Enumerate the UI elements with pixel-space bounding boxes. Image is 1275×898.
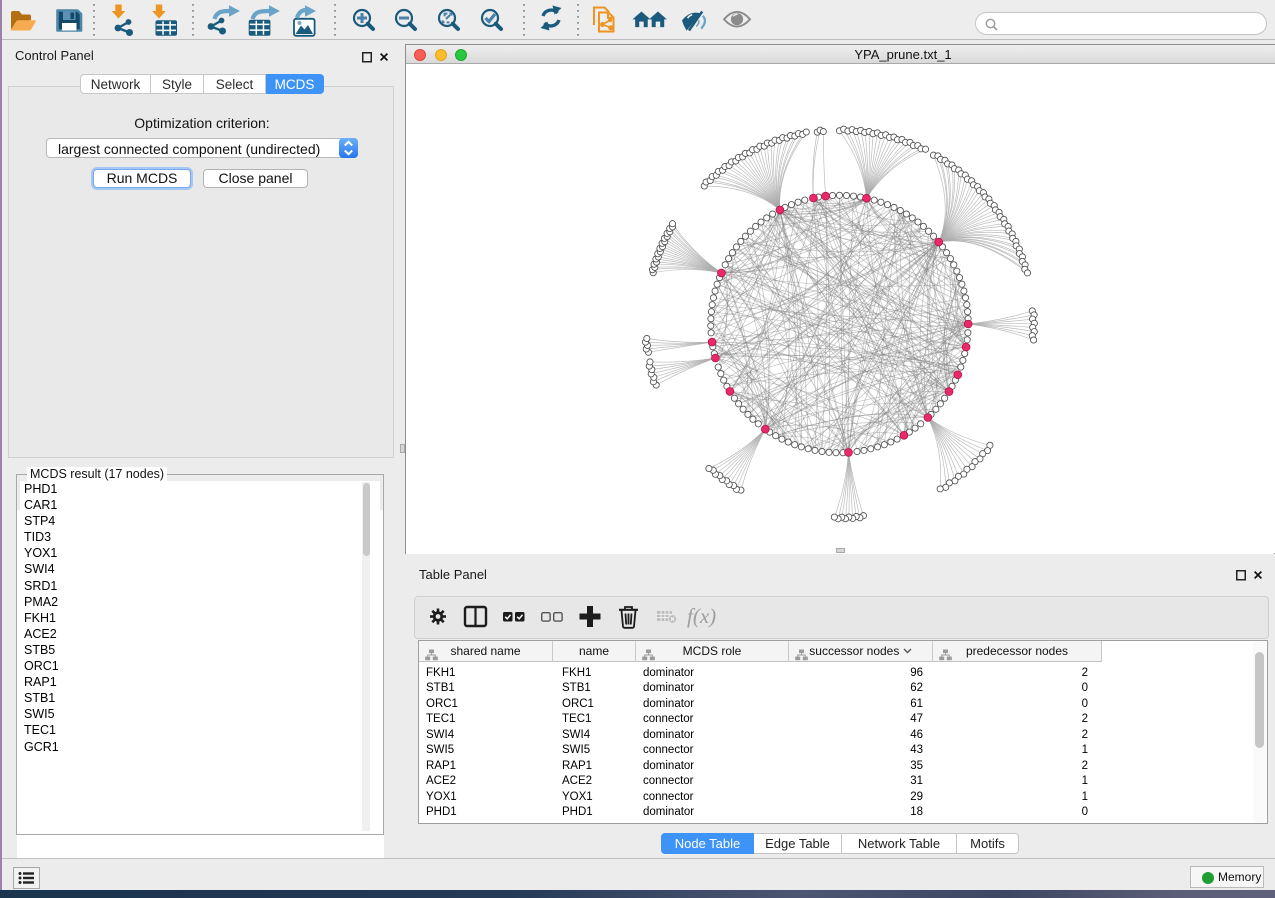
svg-text:f(x): f(x) (687, 604, 716, 628)
